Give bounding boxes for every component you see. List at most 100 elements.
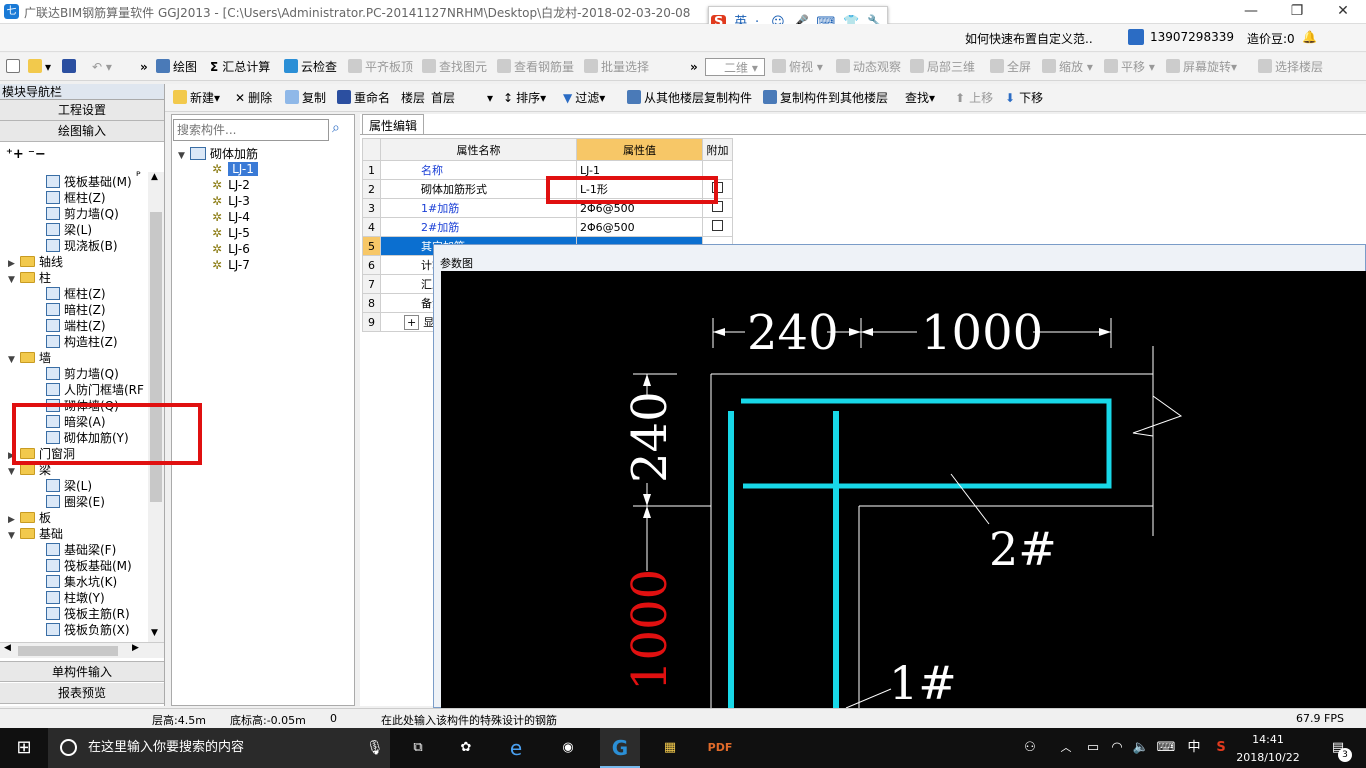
collapse-arrow-icon[interactable]: ▼ — [8, 352, 18, 368]
nav-tree-folder[interactable]: ▶ 板 — [8, 510, 51, 526]
sort-button[interactable]: ↕ 排序▾ — [503, 89, 546, 107]
filter-button[interactable]: ▼ 过滤▾ — [563, 89, 605, 107]
align-slab-top-button[interactable]: 平齐板顶 — [348, 58, 413, 76]
keyboard-icon[interactable]: ⌨ — [1154, 728, 1178, 768]
nav-tree-item[interactable]: 人防门框墙(RF — [46, 382, 144, 398]
minimize-button[interactable]: — — [1228, 0, 1274, 24]
help-question-link[interactable]: 如何快速布置自定义范.. — [965, 30, 1093, 47]
move-down-button[interactable]: ⬇ 下移 — [1005, 89, 1043, 107]
nav-tree-item[interactable]: 剪力墙(Q) — [46, 206, 119, 222]
expand-plus-icon[interactable]: + — [404, 315, 420, 330]
close-button[interactable]: ✕ — [1320, 0, 1366, 24]
maximize-button[interactable]: ❐ — [1274, 0, 1320, 24]
expand-all-icon[interactable]: ⁺+ — [6, 147, 24, 162]
tray-expand-icon[interactable]: ︿ — [1054, 728, 1078, 768]
zoom-button[interactable]: 缩放 ▾ — [1042, 58, 1093, 76]
new-component-button[interactable]: 新建▾ — [173, 89, 220, 107]
task-view-icon[interactable]: ⧉ — [398, 728, 438, 768]
nav-tree-item[interactable]: 现浇板(B) — [46, 238, 118, 254]
move-up-button[interactable]: ⬆ 上移 — [955, 89, 993, 107]
nav-tree-item[interactable]: 剪力墙(Q) — [46, 366, 119, 382]
nav-tree-folder[interactable]: ▶ 轴线 — [8, 254, 63, 270]
view-rebar-button[interactable]: 查看钢筋量 — [497, 58, 574, 76]
component-tree-root[interactable]: ▼ 砌体加筋 — [178, 145, 258, 162]
tree-hscrollbar[interactable]: ◀ ▶ — [0, 642, 164, 658]
toolbar-overflow-icon[interactable]: » — [140, 58, 148, 76]
cloud-check-button[interactable]: 云检查 — [284, 58, 337, 76]
taskbar-explorer-icon[interactable]: ▦ — [650, 728, 690, 768]
nav-tree-item[interactable]: 基础梁(F) — [46, 542, 116, 558]
search-icon[interactable]: ⌕ — [332, 120, 352, 140]
taskbar-search-box[interactable]: 在这里输入你要搜索的内容 🎙 — [48, 728, 390, 768]
dynamic-view-button[interactable]: 动态观察 — [836, 58, 901, 76]
copy-to-floor-button[interactable]: 复制构件到其他楼层 — [763, 89, 888, 107]
volume-icon[interactable]: 🔈 — [1130, 728, 1152, 768]
nav-tree-item[interactable]: 圈梁(E) — [46, 494, 105, 510]
taskbar-app-swirl-icon[interactable]: ◉ — [548, 728, 588, 768]
people-icon[interactable]: ⚇ — [1018, 728, 1042, 768]
floor-select[interactable]: 首层 ▾ — [431, 89, 493, 107]
nav-tree-item[interactable]: 构造柱(Z) — [46, 334, 118, 350]
property-row[interactable]: 4 2#加筋 2Φ6@500 — [362, 217, 733, 237]
find-button[interactable]: 查找▾ — [905, 89, 935, 107]
collapse-arrow-icon[interactable]: ▼ — [8, 272, 18, 288]
drawing-input-button[interactable]: 绘图输入 — [0, 121, 164, 142]
view-mode-select[interactable]: 二维 ▾ — [705, 58, 765, 76]
taskbar-app-fan-icon[interactable]: ✿ — [446, 728, 486, 768]
pan-button[interactable]: 平移 ▾ — [1104, 58, 1155, 76]
component-list-item[interactable]: ✲ LJ-2 — [212, 177, 250, 193]
attach-checkbox[interactable] — [712, 220, 723, 231]
nav-tree-item[interactable]: 筏板基础(M) — [46, 558, 132, 574]
microphone-icon[interactable]: 🎙 — [366, 728, 384, 768]
taskbar-ie-icon[interactable]: e — [496, 728, 536, 768]
nav-tree-item[interactable]: 筏板主筋(R) — [46, 606, 130, 622]
nav-tree-folder[interactable]: ▼ 基础 — [8, 526, 63, 542]
rename-component-button[interactable]: 重命名 — [337, 89, 390, 107]
local-3d-button[interactable]: 局部三维 — [910, 58, 975, 76]
component-list-item[interactable]: ✲ LJ-3 — [212, 193, 250, 209]
component-list-item[interactable]: ✲ LJ-5 — [212, 225, 250, 241]
clock[interactable]: 14:41 2018/10/22 — [1236, 728, 1300, 768]
save-icon[interactable] — [62, 58, 79, 76]
open-file-icon[interactable]: ▾ — [28, 58, 51, 76]
component-list-item[interactable]: ✲ LJ-1 — [212, 161, 258, 177]
draw-button[interactable]: 绘图 — [156, 58, 197, 76]
property-edit-tab[interactable]: 属性编辑 — [362, 114, 425, 134]
nav-tree-item[interactable]: 暗柱(Z) — [46, 302, 106, 318]
nav-tree-item[interactable]: 柱墩(Y) — [46, 590, 105, 606]
battery-icon[interactable]: ▭ — [1082, 728, 1104, 768]
select-floor-button[interactable]: 选择楼层 — [1258, 58, 1323, 76]
fullscreen-button[interactable]: 全屏 — [990, 58, 1031, 76]
bell-icon[interactable]: 🔔 — [1302, 30, 1317, 44]
notification-center-icon[interactable]: ▤ 3 — [1318, 728, 1358, 768]
copy-component-button[interactable]: 复制 — [285, 89, 326, 107]
component-list-item[interactable]: ✲ LJ-6 — [212, 241, 250, 257]
nav-tree-item[interactable]: 筏板基础(M) — [46, 174, 132, 190]
nav-tree-item[interactable]: 集水坑(K) — [46, 574, 117, 590]
summary-calc-button[interactable]: Σ 汇总计算 — [210, 58, 270, 76]
nav-tree-item[interactable]: 端柱(Z) — [46, 318, 106, 334]
nav-tree-folder[interactable]: ▼ 墙 — [8, 350, 51, 366]
nav-tree-item[interactable]: 筏板负筋(X) — [46, 622, 130, 638]
wifi-icon[interactable]: ◠ — [1106, 728, 1128, 768]
component-search-input[interactable] — [173, 119, 329, 141]
component-list-item[interactable]: ✲ LJ-4 — [212, 209, 250, 225]
copy-from-floor-button[interactable]: 从其他楼层复制构件 — [627, 89, 752, 107]
nav-tree-item[interactable]: 框柱(Z) — [46, 286, 106, 302]
find-element-button[interactable]: 查找图元 — [422, 58, 487, 76]
nav-tree-folder[interactable]: ▼ 柱 — [8, 270, 51, 286]
taskbar-pdf-icon[interactable]: PDF — [700, 728, 740, 768]
report-preview-button[interactable]: 报表预览 — [0, 683, 164, 704]
top-view-button[interactable]: 俯视 ▾ — [772, 58, 823, 76]
batch-select-button[interactable]: 批量选择 — [584, 58, 649, 76]
collapse-arrow-icon[interactable]: ▼ — [8, 528, 18, 544]
windows-start-icon[interactable]: ⊞ — [0, 728, 48, 768]
delete-component-button[interactable]: ✕ 删除 — [235, 89, 272, 107]
collapse-arrow-icon[interactable]: ▼ — [8, 464, 18, 480]
sogou-tray-icon[interactable]: S — [1210, 728, 1232, 768]
collapse-all-icon[interactable]: ⁻− — [28, 147, 46, 162]
input-lang-indicator[interactable]: 中 — [1182, 728, 1206, 768]
taskbar-glodon-icon[interactable]: G — [600, 728, 640, 768]
undo-icon[interactable]: ↶ ▾ — [92, 58, 112, 76]
user-phone[interactable]: 13907298339 — [1150, 30, 1234, 44]
